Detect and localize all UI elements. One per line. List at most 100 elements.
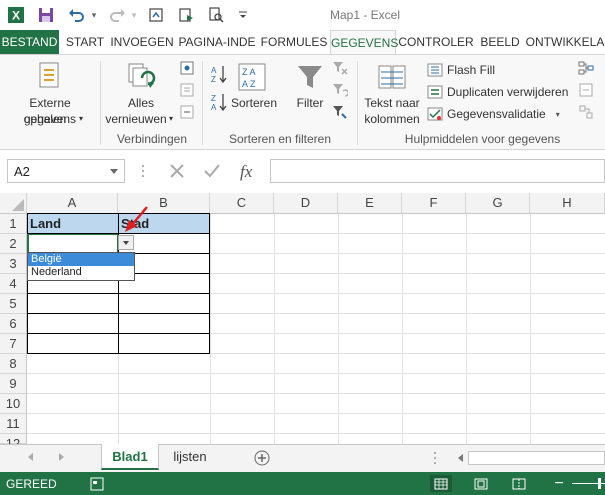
row-header-5[interactable]: 5 (0, 294, 27, 314)
row-header-8[interactable]: 8 (0, 354, 27, 374)
edit-links-icon[interactable] (178, 103, 196, 121)
refresh-dropdown-icon[interactable]: ▾ (166, 111, 176, 127)
cell-a2-selected[interactable] (27, 233, 119, 254)
refresh-all-icon[interactable] (124, 61, 158, 93)
name-box-dropdown-icon[interactable] (110, 169, 118, 174)
sort-az-icon[interactable]: AZ (208, 63, 230, 85)
undo-dropdown-icon[interactable]: ▾ (88, 5, 100, 25)
row-header-6[interactable]: 6 (0, 314, 27, 334)
cell-a5[interactable] (27, 293, 119, 314)
flash-fill-button[interactable]: Flash Fill (427, 61, 495, 79)
formula-input[interactable] (270, 159, 605, 183)
text-to-columns-icon[interactable] (376, 61, 408, 93)
reapply-filter-icon[interactable] (331, 81, 349, 99)
column-header-e[interactable]: E (338, 193, 402, 214)
row-header-1[interactable]: 1 (0, 214, 27, 234)
external-data-label-2[interactable]: ophalen (10, 111, 80, 127)
row-header-3[interactable]: 3 (0, 254, 27, 274)
print-preview-icon[interactable] (206, 5, 226, 25)
column-header-c[interactable]: C (210, 193, 274, 214)
filter-label[interactable]: Filter (290, 95, 330, 111)
tab-beeld[interactable]: BEELD (478, 30, 522, 54)
validation-dropdown-list[interactable]: België Nederland (27, 252, 135, 281)
text-to-columns-label-1[interactable]: Tekst naar (362, 95, 422, 111)
relationships-icon[interactable] (577, 103, 595, 121)
sheet-tab-blad1[interactable]: Blad1 (101, 444, 159, 470)
row-header-2[interactable]: 2 (0, 234, 27, 254)
cell-b6[interactable] (118, 313, 210, 334)
insert-function-icon[interactable]: fx (237, 160, 261, 182)
sort-label[interactable]: Sorteren (228, 95, 280, 111)
cell-dropdown-button[interactable] (118, 235, 134, 250)
external-data-dropdown-icon[interactable]: ▾ (76, 111, 86, 127)
page-layout-view-icon[interactable] (470, 475, 492, 492)
refresh-all-label-1[interactable]: Alles (108, 95, 174, 111)
sort-za-icon[interactable]: ZA (208, 91, 230, 113)
next-sheet-icon[interactable] (54, 450, 68, 464)
clear-filter-icon[interactable] (331, 59, 349, 77)
cell-b7[interactable] (118, 333, 210, 354)
save-icon[interactable] (36, 5, 56, 25)
redo-icon[interactable] (108, 5, 128, 25)
row-header-7[interactable]: 7 (0, 334, 27, 354)
undo-icon[interactable] (66, 5, 86, 25)
cell-a1[interactable]: Land (27, 213, 119, 234)
macro-record-icon[interactable] (86, 475, 108, 492)
prev-sheet-icon[interactable] (24, 450, 38, 464)
tab-invoegen[interactable]: INVOEGEN (110, 30, 174, 54)
data-validation-button[interactable]: Gegevensvalidatie ▾ (427, 105, 560, 123)
tab-pagina-indeling[interactable]: PAGINA-INDE (176, 30, 258, 54)
text-to-columns-label-2[interactable]: kolommen (362, 111, 422, 127)
horizontal-scrollbar[interactable] (468, 451, 605, 465)
name-box-value[interactable]: A2 (14, 164, 30, 179)
tab-formules[interactable]: FORMULES (260, 30, 328, 54)
column-header-a[interactable]: A (27, 193, 118, 214)
filter-icon[interactable] (294, 61, 326, 93)
cell-a6[interactable] (27, 313, 119, 334)
tab-controleren[interactable]: CONTROLER (398, 30, 474, 54)
tab-ontwikkelaars[interactable]: ONTWIKKELA (525, 30, 605, 54)
refresh-all-label-2[interactable]: vernieuwen (102, 111, 170, 127)
dropdown-option-nederland[interactable]: Nederland (28, 266, 134, 279)
tab-bestand[interactable]: BESTAND (0, 30, 59, 54)
normal-view-icon[interactable] (430, 475, 452, 492)
connections-icon[interactable] (178, 59, 196, 77)
name-box[interactable]: A2 (7, 159, 125, 183)
screenshot-icon[interactable] (146, 5, 166, 25)
select-all-corner[interactable] (0, 193, 27, 214)
cell-b5[interactable] (118, 293, 210, 314)
dropdown-option-belgie[interactable]: België (28, 253, 134, 266)
customize-toolbar-icon[interactable] (236, 5, 250, 25)
macro-icon[interactable] (176, 5, 196, 25)
row-header-4[interactable]: 4 (0, 274, 27, 294)
consolidate-icon[interactable] (577, 59, 595, 77)
external-data-icon[interactable] (34, 59, 64, 93)
cancel-icon[interactable] (166, 161, 188, 181)
zoom-out-icon[interactable]: − (548, 475, 570, 492)
properties-icon[interactable] (178, 81, 196, 99)
flash-fill-label[interactable]: Flash Fill (447, 63, 495, 77)
data-validation-dropdown-icon[interactable]: ▾ (556, 110, 560, 119)
remove-duplicates-label[interactable]: Duplicaten verwijderen (447, 85, 568, 99)
cell-a7[interactable] (27, 333, 119, 354)
sheet-tab-lijsten[interactable]: lijsten (164, 444, 216, 470)
tab-split-grip-icon[interactable] (430, 450, 440, 466)
row-header-10[interactable]: 10 (0, 394, 27, 414)
remove-duplicates-button[interactable]: Duplicaten verwijderen (427, 83, 568, 101)
row-header-9[interactable]: 9 (0, 374, 27, 394)
data-validation-label[interactable]: Gegevensvalidatie (447, 107, 546, 121)
zoom-slider-handle[interactable] (598, 478, 601, 489)
advanced-filter-icon[interactable] (331, 103, 349, 121)
what-if-icon[interactable] (577, 81, 595, 99)
tab-gegevens[interactable]: GEGEVENS (330, 30, 398, 55)
enter-icon[interactable] (201, 161, 223, 181)
column-header-d[interactable]: D (274, 193, 338, 214)
tab-start[interactable]: START (62, 30, 108, 54)
redo-dropdown-icon[interactable]: ▾ (128, 5, 140, 25)
sort-dialog-icon[interactable]: Z A A Z (236, 61, 268, 93)
page-break-view-icon[interactable] (508, 475, 530, 492)
scroll-left-icon[interactable] (454, 450, 468, 466)
row-header-12[interactable]: 12 (0, 434, 27, 451)
column-header-f[interactable]: F (402, 193, 466, 214)
column-header-h[interactable]: H (530, 193, 605, 214)
